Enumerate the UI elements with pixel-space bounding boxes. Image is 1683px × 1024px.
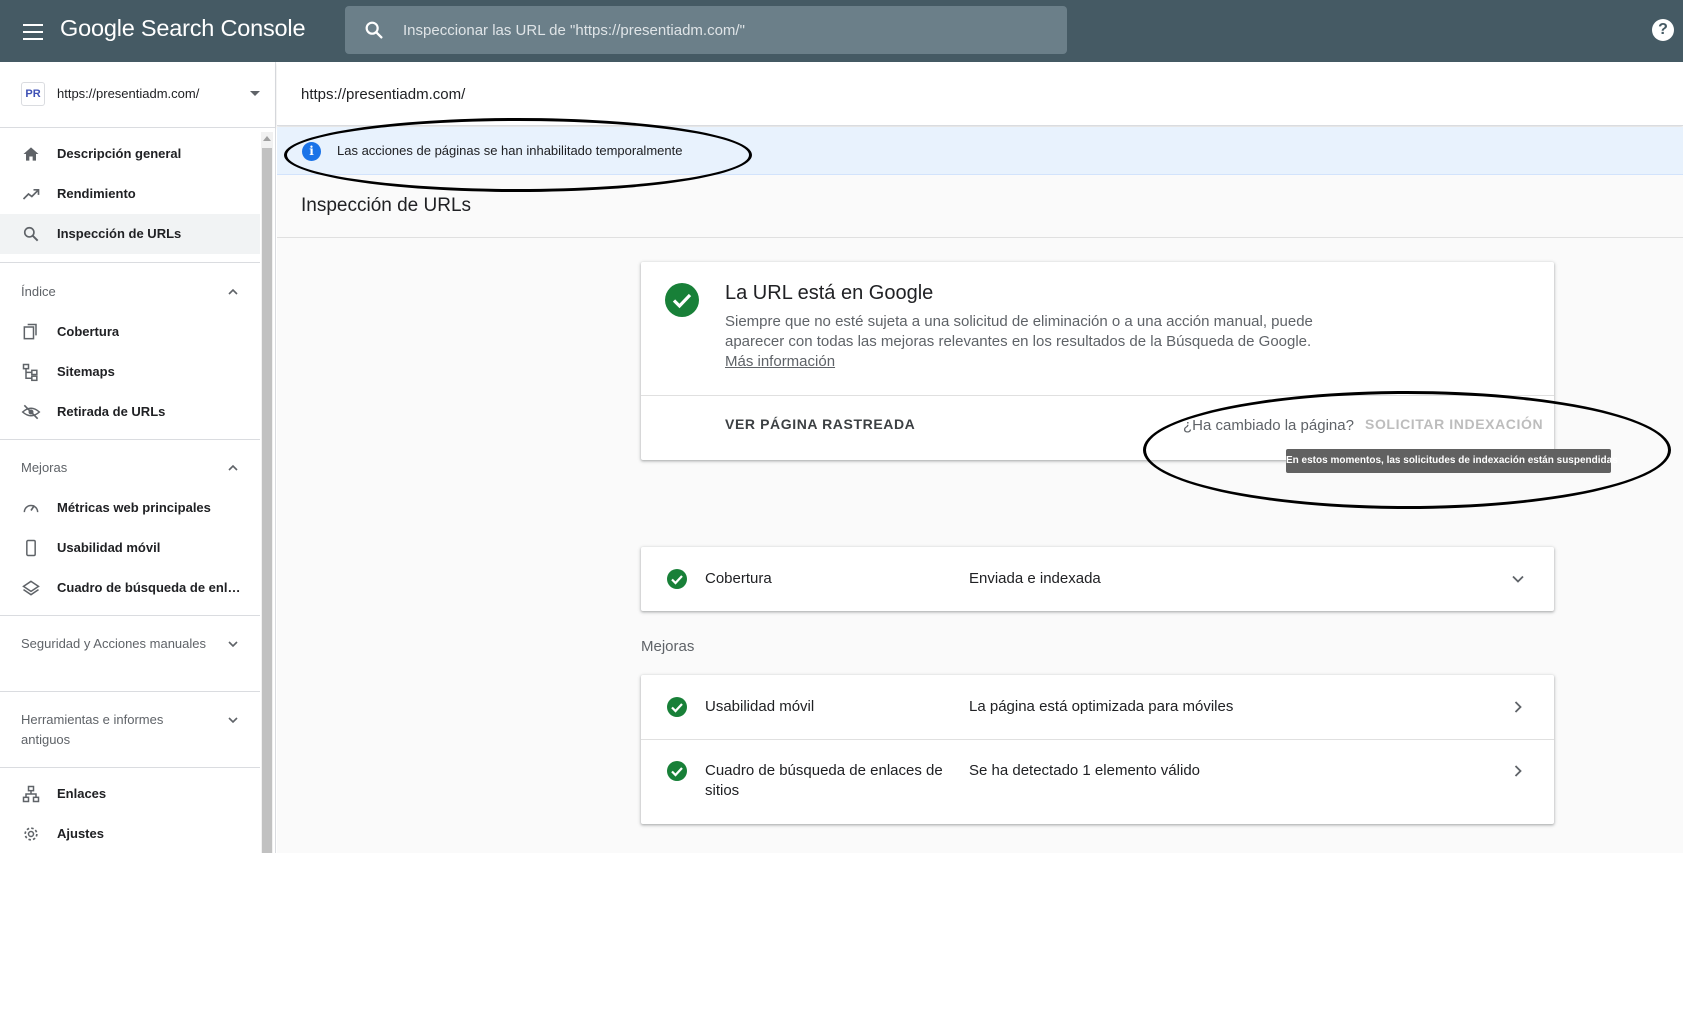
page-changed-question: ¿Ha cambiado la página? xyxy=(1183,417,1354,434)
sidebar-item-label: Métricas web principales xyxy=(57,500,211,515)
sidebar-item-label: Descripción general xyxy=(57,146,182,161)
sidebar-divider xyxy=(0,767,260,768)
home-icon xyxy=(23,147,39,161)
sitelinks-searchbox-row[interactable]: Cuadro de búsqueda de enlaces de sitios … xyxy=(641,740,1554,824)
chevron-up-icon xyxy=(228,288,238,295)
sidebar-item-overview[interactable]: Descripción general xyxy=(0,134,260,174)
sidebar-item-links[interactable]: Enlaces xyxy=(0,774,260,814)
url-inspection-search[interactable] xyxy=(345,6,1067,54)
help-icon[interactable]: ? xyxy=(1652,19,1674,41)
sitelinks-searchbox-label: Cuadro de búsqueda de enlaces de sitios xyxy=(705,762,943,799)
gear-icon xyxy=(24,827,38,841)
property-url: https://presentiadm.com/ xyxy=(57,86,200,101)
trending-up-icon xyxy=(22,189,40,200)
app-window: Google Search Console ? PR https://prese… xyxy=(0,0,1683,853)
info-banner: i Las acciones de páginas se han inhabil… xyxy=(277,127,1683,175)
page-title: Inspección de URLs xyxy=(301,195,472,216)
sidebar-item-url-inspection[interactable]: Inspección de URLs xyxy=(0,214,260,254)
coverage-label: Cobertura xyxy=(705,570,772,587)
smartphone-icon xyxy=(26,539,36,557)
content-divider xyxy=(277,237,1683,238)
chevron-down-icon xyxy=(228,717,238,724)
check-circle-icon xyxy=(665,283,699,317)
sitemap-icon xyxy=(22,363,38,382)
sidebar-item-label: Ajustes xyxy=(57,826,104,841)
section-title: Mejoras xyxy=(21,460,68,475)
index-status-card: La URL está en Google Siempre que no est… xyxy=(641,262,1554,460)
coverage-card: Cobertura Enviada e indexada xyxy=(641,547,1554,611)
sidebar-item-sitemaps[interactable]: Sitemaps xyxy=(0,352,260,392)
sidebar-divider xyxy=(0,615,260,616)
sidebar-divider xyxy=(0,691,260,692)
chevron-down-icon xyxy=(1512,575,1524,583)
check-circle-icon xyxy=(667,697,687,717)
scrollbar-thumb[interactable] xyxy=(262,148,272,853)
top-app-bar: Google Search Console ? xyxy=(0,0,1683,62)
sidebar-item-label: Cobertura xyxy=(57,324,120,339)
card-divider xyxy=(641,395,1554,396)
inspection-content: Inspección de URLs La URL está en Google… xyxy=(277,175,1683,853)
sidebar: PR https://presentiadm.com/ Descripción … xyxy=(0,62,276,853)
sidebar-item-label: Usabilidad móvil xyxy=(57,540,161,555)
check-circle-icon xyxy=(667,761,687,781)
sidebar-item-label: Retirada de URLs xyxy=(57,404,166,419)
sidebar-item-label: Inspección de URLs xyxy=(57,226,182,241)
speed-gauge-icon xyxy=(23,504,39,513)
learn-more-link[interactable]: Más información xyxy=(725,353,835,370)
enhancements-card: Usabilidad móvil La página está optimiza… xyxy=(641,675,1554,824)
mobile-usability-row[interactable]: Usabilidad móvil La página está optimiza… xyxy=(641,675,1554,739)
chevron-right-icon xyxy=(1514,765,1522,777)
inspected-url-bar: https://presentiadm.com/ xyxy=(277,62,1683,126)
sidebar-item-label: Sitemaps xyxy=(57,364,115,379)
chevron-up-icon xyxy=(228,464,238,471)
links-tree-icon xyxy=(22,785,40,803)
enhancements-heading: Mejoras xyxy=(641,638,695,655)
property-selector[interactable]: PR https://presentiadm.com/ xyxy=(0,62,275,128)
layers-icon xyxy=(22,580,40,596)
sidebar-item-sitelinks-searchbox[interactable]: Cuadro de búsqueda de enla… xyxy=(0,568,260,608)
sidebar-item-coverage[interactable]: Cobertura xyxy=(0,312,260,352)
chevron-right-icon xyxy=(1514,701,1522,713)
sidebar-divider xyxy=(0,262,260,263)
sidebar-item-performance[interactable]: Rendimiento xyxy=(0,174,260,214)
sidebar-item-core-web-vitals[interactable]: Métricas web principales xyxy=(0,488,260,528)
sidebar-item-label: Rendimiento xyxy=(57,186,136,201)
mobile-usability-value: La página está optimizada para móviles xyxy=(969,698,1234,715)
search-input[interactable] xyxy=(403,6,1043,54)
section-title: Índice xyxy=(21,284,56,299)
request-indexing-button[interactable]: SOLICITAR INDEXACIÓN xyxy=(1365,416,1543,432)
menu-icon[interactable] xyxy=(20,19,46,43)
search-icon xyxy=(23,226,39,242)
check-circle-icon xyxy=(667,569,687,589)
status-title: La URL está en Google xyxy=(725,282,934,304)
file-copy-icon xyxy=(23,323,37,340)
caret-down-icon xyxy=(250,91,260,96)
sidebar-divider xyxy=(0,439,260,440)
property-badge: PR xyxy=(21,82,45,106)
status-description: Siempre que no esté sujeta a una solicit… xyxy=(725,312,1315,372)
sidebar-item-removals[interactable]: Retirada de URLs xyxy=(0,392,260,432)
status-description-text: Siempre que no esté sujeta a una solicit… xyxy=(725,313,1313,350)
chevron-down-icon xyxy=(228,641,238,648)
section-title: Seguridad y Acciones manuales xyxy=(21,636,207,651)
product-logo[interactable]: Google Search Console xyxy=(60,15,306,42)
sidebar-item-settings[interactable]: Ajustes xyxy=(0,814,260,853)
banner-text: Las acciones de páginas se han inhabilit… xyxy=(337,143,683,158)
visibility-off-icon xyxy=(21,404,41,420)
coverage-row[interactable]: Cobertura Enviada e indexada xyxy=(641,547,1554,611)
coverage-value: Enviada e indexada xyxy=(969,570,1101,587)
info-icon: i xyxy=(302,142,321,161)
sidebar-item-label: Cuadro de búsqueda de enla… xyxy=(57,580,247,595)
view-crawled-page-button[interactable]: VER PÁGINA RASTREADA xyxy=(725,416,915,432)
inspected-url: https://presentiadm.com/ xyxy=(301,86,466,103)
request-indexing-tooltip: En estos momentos, las solicitudes de in… xyxy=(1286,449,1618,473)
mobile-usability-label: Usabilidad móvil xyxy=(705,698,815,715)
sitelinks-searchbox-value: Se ha detectado 1 elemento válido xyxy=(969,762,1200,779)
sidebar-item-mobile-usability[interactable]: Usabilidad móvil xyxy=(0,528,260,568)
sidebar-item-label: Enlaces xyxy=(57,786,107,801)
search-icon xyxy=(365,21,383,39)
section-title: Herramientas e informes antiguos xyxy=(21,712,164,747)
sidebar-scrollbar[interactable] xyxy=(261,132,273,853)
scroll-up-arrow-icon[interactable] xyxy=(263,136,271,141)
